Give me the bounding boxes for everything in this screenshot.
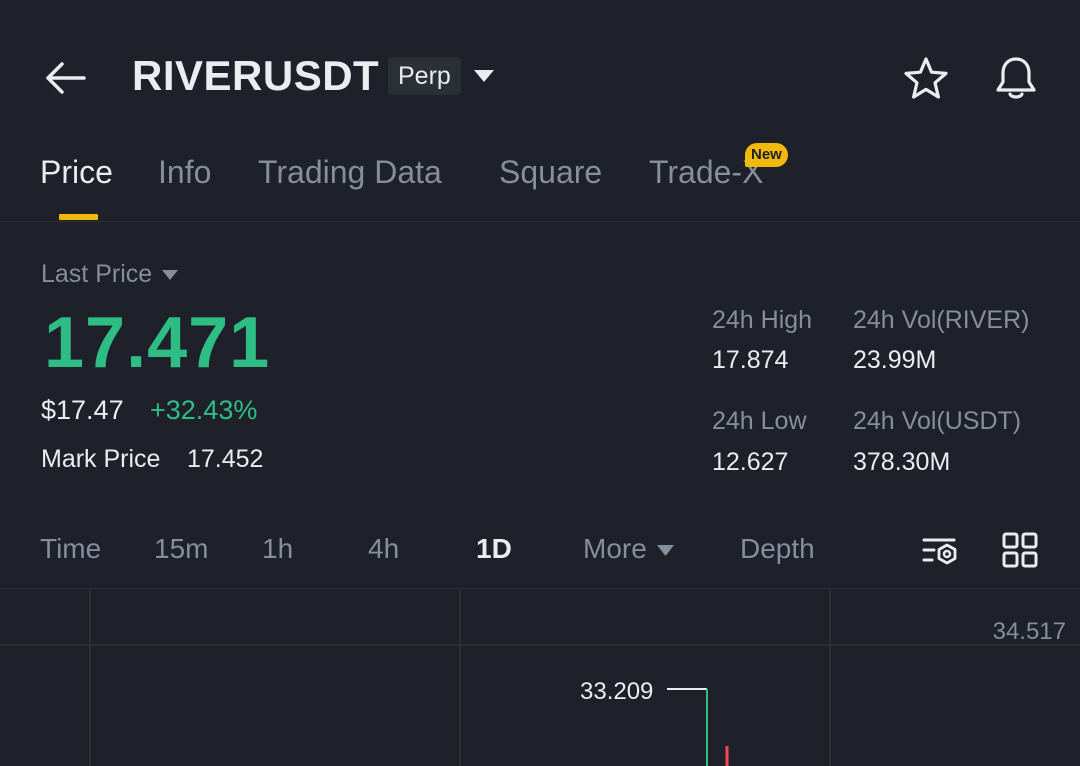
interval-time[interactable]: Time: [40, 533, 101, 565]
symbol-title[interactable]: RIVERUSDT: [132, 52, 379, 100]
indicator-settings-button[interactable]: [916, 526, 964, 574]
layout-button[interactable]: [996, 526, 1044, 574]
mark-price-value: 17.452: [187, 445, 264, 473]
arrow-left-icon: [46, 62, 86, 94]
tab-trading-data[interactable]: Trading Data: [258, 154, 442, 191]
interval-4h[interactable]: 4h: [368, 533, 399, 565]
high-price-marker: 33.209: [580, 678, 653, 705]
interval-1h[interactable]: 1h: [262, 533, 293, 565]
usd-price: $17.47: [41, 395, 124, 425]
bell-icon: [996, 57, 1036, 99]
depth-tab[interactable]: Depth: [740, 533, 815, 565]
vol-base-value: 23.99M: [853, 346, 937, 374]
price-change-percent: +32.43%: [150, 395, 258, 425]
caret-down-icon: [474, 70, 494, 82]
star-icon: [904, 57, 948, 99]
mark-price-label: Mark Price: [41, 445, 161, 473]
tab-square[interactable]: Square: [499, 154, 602, 191]
tab-price[interactable]: Price: [40, 154, 113, 191]
price-chart[interactable]: 34.517 33.209: [0, 588, 1080, 766]
caret-down-icon: [656, 545, 674, 557]
low-24h-label: 24h Low: [712, 407, 807, 435]
last-price-value: 17.471: [44, 303, 271, 383]
high-24h-value: 17.874: [712, 346, 789, 374]
last-price-label: Last Price: [41, 260, 153, 288]
contract-type-badge: Perp: [388, 57, 461, 95]
price-axis-label: 34.517: [993, 618, 1066, 645]
main-tabs: Price Info Trading Data Square Trade-X: [0, 150, 1080, 222]
grid-icon: [1002, 532, 1038, 568]
low-24h-value: 12.627: [712, 448, 789, 476]
high-24h-label: 24h High: [712, 306, 813, 334]
vol-quote-label: 24h Vol(USDT): [853, 407, 1022, 435]
interval-more-label: More: [583, 533, 647, 564]
back-button[interactable]: [40, 54, 88, 102]
tab-info[interactable]: Info: [158, 154, 211, 191]
last-price-selector[interactable]: Last Price: [41, 260, 179, 289]
favorite-button[interactable]: [898, 50, 954, 106]
top-bar: RIVERUSDT Perp: [0, 0, 1080, 150]
interval-15m[interactable]: 15m: [154, 533, 208, 565]
symbol-dropdown[interactable]: [466, 60, 502, 92]
vol-base-label: 24h Vol(RIVER): [853, 306, 1030, 334]
interval-more[interactable]: More: [583, 533, 674, 565]
active-tab-indicator: [59, 214, 98, 220]
vol-quote-value: 378.30M: [853, 448, 951, 476]
price-alert-button[interactable]: [988, 50, 1044, 106]
chart-settings-icon: [922, 538, 957, 565]
chart-canvas: 34.517 33.209: [0, 589, 1080, 766]
new-badge: New: [745, 143, 788, 167]
caret-down-icon: [162, 269, 179, 280]
interval-1d[interactable]: 1D: [476, 533, 512, 565]
